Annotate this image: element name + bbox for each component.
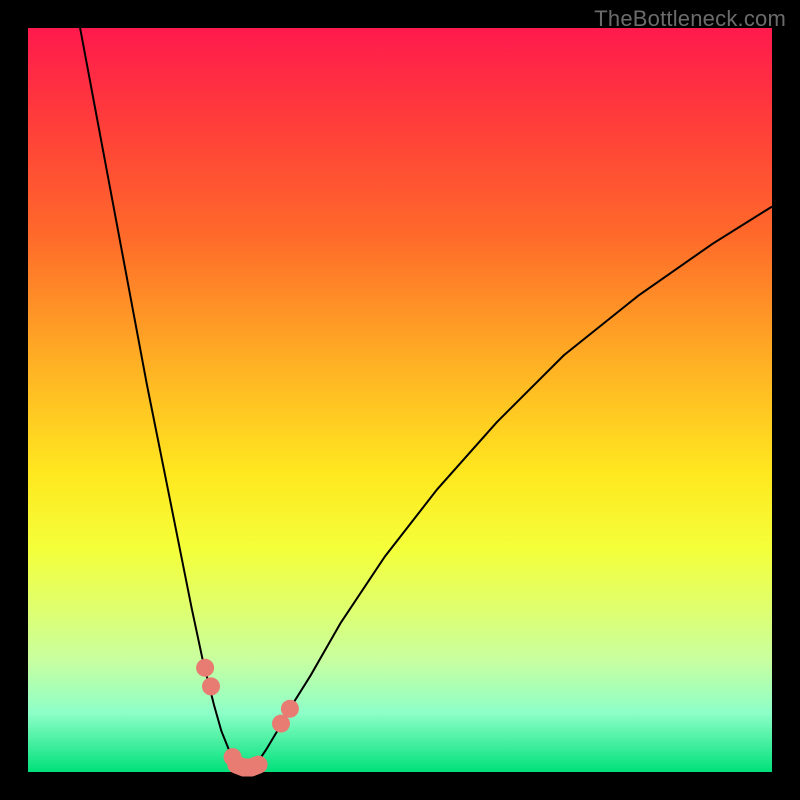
curve-right-branch (253, 207, 772, 766)
watermark-text: TheBottleneck.com (594, 6, 786, 32)
data-marker (281, 700, 299, 718)
curve-left-branch (80, 28, 241, 766)
data-marker (196, 659, 214, 677)
chart-frame: TheBottleneck.com (0, 0, 800, 800)
curve-layer (28, 28, 772, 772)
marker-group (196, 659, 299, 766)
data-marker (224, 748, 242, 766)
valley-marker-segment (236, 765, 258, 768)
data-marker (202, 677, 220, 695)
plot-area (28, 28, 772, 772)
